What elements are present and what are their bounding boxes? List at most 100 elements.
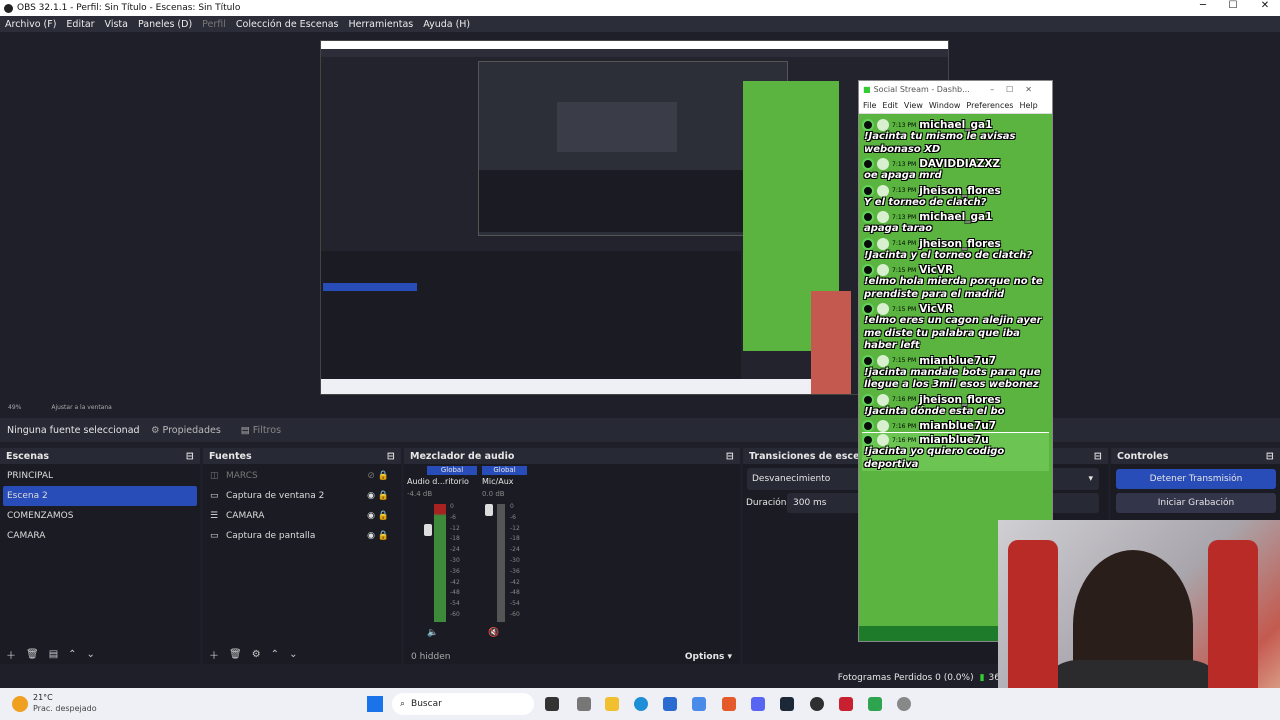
chat-menu-edit[interactable]: Edit [882, 101, 898, 110]
msg-text: Y el torneo de clatch? [864, 196, 987, 208]
weather-desc[interactable]: Prac. despejado [33, 704, 97, 713]
stop-stream-button[interactable]: Detener Transmisión [1116, 469, 1276, 489]
eye-icon[interactable]: ◉ 🔒 [367, 531, 389, 541]
eye-icon[interactable]: ◉ 🔒 [367, 511, 389, 521]
scenes-toolbar: ＋ 🗑 ▤ ⌃ ⌄ [0, 644, 200, 664]
maximize-icon[interactable]: ☐ [1218, 0, 1248, 11]
file-explorer-icon[interactable] [605, 697, 619, 711]
steam-icon[interactable] [780, 697, 794, 711]
sources-header: Fuentes ⊟ [203, 448, 401, 464]
up-icon[interactable]: ⌃ [271, 649, 279, 660]
app-icon[interactable] [577, 697, 591, 711]
weather-temp[interactable]: 21°C [33, 693, 53, 702]
scene-item[interactable]: PRINCIPAL [0, 466, 200, 486]
ch2-fader[interactable] [485, 504, 493, 516]
taskbar-search[interactable]: ⌕ Buscar [392, 693, 534, 715]
menu-perfil[interactable]: Perfil [197, 19, 231, 30]
dock-menu-icon[interactable]: ⊟ [1094, 451, 1102, 462]
brave-icon[interactable] [722, 697, 736, 711]
discord-icon[interactable] [751, 697, 765, 711]
dock-menu-icon[interactable]: ⊟ [186, 451, 194, 462]
ch2-tag: Global [482, 466, 527, 475]
zoom-bar: 49% Ajustar a la ventana [0, 400, 1280, 414]
add-icon[interactable]: ＋ [209, 647, 219, 662]
down-icon[interactable]: ⌄ [289, 649, 297, 660]
edge-icon[interactable] [634, 697, 648, 711]
settings-icon[interactable] [897, 697, 911, 711]
menu-editar[interactable]: Editar [61, 19, 99, 30]
ch1-fader[interactable] [424, 524, 432, 536]
window-capture-icon: ▭ [210, 491, 219, 501]
kick-icon [862, 211, 874, 223]
chat-menu-window[interactable]: Window [929, 101, 961, 110]
kick-icon [862, 434, 874, 446]
menu-herramientas[interactable]: Herramientas [344, 19, 419, 30]
dock-menu-icon[interactable]: ⊟ [726, 451, 734, 462]
app-icon[interactable] [868, 697, 882, 711]
obs-icon[interactable] [810, 697, 824, 711]
windows-start-icon[interactable] [367, 696, 383, 712]
minimize-icon[interactable]: ─ [1188, 0, 1218, 11]
properties-button[interactable]: Propiedades [163, 425, 221, 436]
close-icon[interactable]: ✕ [1250, 0, 1280, 11]
trash-icon[interactable]: 🗑 [26, 649, 39, 660]
menu-paneles[interactable]: Paneles (D) [133, 19, 197, 30]
source-item[interactable]: ☰ CAMARA ◉ 🔒 [203, 506, 401, 526]
ch1-name[interactable]: Audio d...ritorio [407, 477, 469, 486]
dock-menu-icon[interactable]: ⊟ [387, 451, 395, 462]
scene-item[interactable]: CAMARA [0, 526, 200, 546]
chat-message: 7:14 PM jheison_flores !Jacinta y el torne… [862, 237, 1049, 263]
up-icon[interactable]: ⌃ [68, 649, 76, 660]
menu-ayuda[interactable]: Ayuda (H) [418, 19, 475, 30]
mute-icon[interactable]: 🔇 [488, 628, 499, 638]
filter-icon[interactable]: ▤ [49, 649, 58, 660]
hidden-count[interactable]: 0 hidden [411, 652, 450, 662]
filters-button[interactable]: Filtros [253, 425, 281, 436]
ch1-db: -4.4 dB [407, 490, 433, 498]
sources-toolbar: ＋ 🗑 ⚙ ⌃ ⌄ [203, 644, 401, 664]
source-item[interactable]: ▭ Captura de ventana 2 ◉ 🔒 [203, 486, 401, 506]
ch1-tag: Global [427, 466, 477, 475]
ch2-name[interactable]: Mic/Aux [482, 477, 514, 486]
chat-menu-file[interactable]: File [863, 101, 876, 110]
app-icon[interactable] [839, 697, 853, 711]
dock-menu-icon[interactable]: ⊟ [1266, 451, 1274, 462]
menu-archivo[interactable]: Archivo (F) [0, 19, 61, 30]
gear-icon: ⚙ [151, 424, 160, 436]
app-icon[interactable] [692, 697, 706, 711]
chat-menu-preferences[interactable]: Preferences [966, 101, 1013, 110]
options-button[interactable]: Options ▾ [685, 652, 732, 662]
window-controls-icon[interactable]: –☐✕ [990, 85, 1044, 94]
source-item[interactable]: ◫ MARCS ⊘ 🔒 [203, 466, 401, 486]
menu-vista[interactable]: Vista [100, 19, 133, 30]
ch2-meter [497, 504, 505, 622]
menu-coleccion[interactable]: Colección de Escenas [231, 19, 344, 30]
preview-canvas[interactable] [320, 40, 949, 395]
store-icon[interactable] [663, 697, 677, 711]
obs-logo-icon [4, 3, 13, 13]
source-item[interactable]: ▭ Captura de pantalla ◉ 🔒 [203, 526, 401, 546]
add-icon[interactable]: ＋ [6, 647, 16, 662]
eye-icon[interactable]: ◉ 🔒 [367, 491, 389, 501]
chevron-down-icon: ▾ [1088, 474, 1093, 484]
nested-preview [557, 102, 677, 152]
zoom-fit[interactable]: Ajustar a la ventana [51, 404, 112, 411]
down-icon[interactable]: ⌄ [87, 649, 95, 660]
context-bar: Ninguna fuente seleccionad ⚙ Propiedades… [0, 418, 1280, 442]
zoom-level[interactable]: 49% [8, 404, 21, 411]
scene-item[interactable]: COMENZAMOS [0, 506, 200, 526]
eye-hidden-icon[interactable]: ⊘ 🔒 [367, 471, 389, 481]
gear-icon[interactable]: ⚙ [252, 649, 261, 660]
list-icon: ☰ [210, 511, 219, 521]
msg-user: VicVR [919, 264, 954, 276]
speaker-icon[interactable]: 🔈 [427, 628, 438, 638]
chat-menu-view[interactable]: View [904, 101, 923, 110]
weather-icon [12, 696, 28, 712]
msg-user: michael_ga1 [919, 211, 993, 223]
scene-item-selected[interactable]: Escena 2 [3, 486, 197, 506]
task-view-icon[interactable] [545, 697, 559, 711]
chat-menu-help[interactable]: Help [1019, 101, 1037, 110]
trash-icon[interactable]: 🗑 [229, 649, 242, 660]
start-recording-button[interactable]: Iniciar Grabación [1116, 493, 1276, 513]
controls-title: Controles [1117, 450, 1169, 462]
